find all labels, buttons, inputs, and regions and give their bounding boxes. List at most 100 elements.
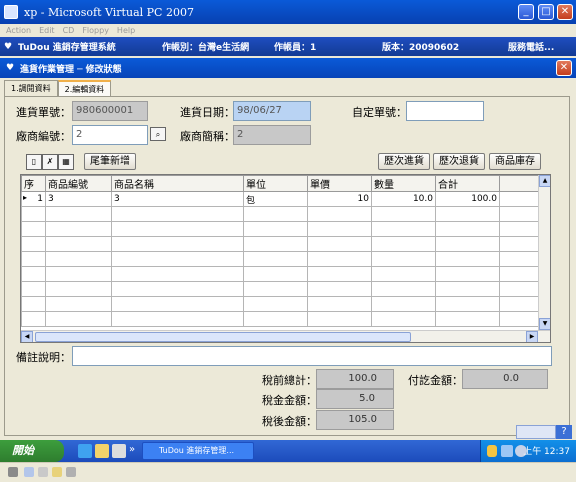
app-header: ♥ TuDou 進銷存管理系統 作帳別：台灣e生活網 作帳員：1 版本：2009… [0, 37, 576, 56]
chevron-icon[interactable]: » [129, 444, 135, 455]
vpc-window-title: xp - Microsoft Virtual PC 2007 [24, 5, 194, 19]
current-row-indicator-icon: ▸ [23, 193, 28, 202]
close-icon[interactable]: ✕ [556, 60, 572, 76]
history-return-button[interactable]: 歷次退貨 [433, 153, 485, 170]
col-total[interactable]: 合計 [435, 175, 500, 192]
table-row[interactable]: 1 3 3 包 10 10.0 100.0 [21, 191, 541, 207]
scroll-right-icon[interactable]: ▶ [526, 331, 538, 342]
network-adapter-icon[interactable] [66, 467, 76, 477]
pretax-field[interactable]: 100.0 [316, 369, 394, 389]
maximize-icon[interactable]: □ [538, 4, 554, 20]
purchase-no-field[interactable]: 980600001 [72, 101, 148, 121]
delete-row-icon[interactable]: ✗ [42, 154, 58, 170]
cell-unit[interactable]: 包 [243, 191, 308, 207]
vendor-name-field[interactable]: 2 [233, 125, 311, 145]
inner-window-title: 進貨作業管理 ─ 修改狀態 [20, 64, 122, 75]
col-qty[interactable]: 數量 [371, 175, 436, 192]
service-phone: 服務電話... [508, 43, 555, 53]
remarks-label: 備註說明： [16, 351, 71, 364]
heart-icon: ♥ [6, 63, 15, 73]
add-last-row-button[interactable]: 尾筆新增 [84, 153, 136, 170]
table-row[interactable] [21, 236, 541, 252]
vertical-scrollbar[interactable]: ▲ ▼ [538, 175, 550, 330]
shield-icon[interactable] [487, 445, 497, 457]
aftertax-label: 稅後金額： [262, 415, 317, 428]
vpc-menu-bar: Action Edit CD Floppy Help [0, 24, 576, 37]
table-header-row: 序 商品編號 商品名稱 單位 單價 數量 合計 [21, 175, 541, 192]
cell-qty[interactable]: 10.0 [371, 191, 436, 207]
vendor-no-field[interactable]: 2 [72, 125, 148, 145]
disk-icon[interactable] [24, 467, 34, 477]
vpc-status-bar [0, 462, 576, 482]
binoculars-icon[interactable]: ⌕ [150, 127, 166, 141]
purchase-date-label: 進貨日期： [180, 106, 235, 119]
account-info: 作帳別：台灣e生活網 [162, 43, 250, 53]
table-row[interactable] [21, 281, 541, 297]
new-document-icon[interactable]: ▯ [26, 154, 42, 170]
scroll-left-icon[interactable]: ◀ [21, 331, 33, 342]
history-purchase-button[interactable]: 歷次進貨 [378, 153, 430, 170]
system-tray: 上午 12:37 [480, 440, 576, 462]
mouse-icon[interactable] [8, 467, 18, 477]
inner-window-title-bar: ♥ 進貨作業管理 ─ 修改狀態 ✕ [0, 58, 576, 78]
horizontal-scrollbar[interactable]: ◀ ▶ [21, 330, 550, 342]
purchase-no-label: 進貨單號： [16, 106, 71, 119]
help-icon[interactable]: ? [556, 425, 572, 439]
cell-price[interactable]: 10 [307, 191, 372, 207]
pretax-label: 稅前總計： [262, 374, 317, 387]
close-icon[interactable]: ✕ [557, 4, 573, 20]
ie-icon[interactable] [78, 444, 92, 458]
clock[interactable]: 上午 12:37 [523, 444, 570, 457]
col-seq[interactable]: 序 [21, 175, 46, 192]
tax-field[interactable]: 5.0 [316, 389, 394, 409]
folder-icon[interactable] [95, 444, 109, 458]
table-row[interactable] [21, 221, 541, 237]
cell-total[interactable]: 100.0 [435, 191, 500, 207]
cell-item-no[interactable]: 3 [45, 191, 112, 207]
scroll-down-icon[interactable]: ▼ [539, 318, 550, 330]
vendor-no-label: 廠商編號： [16, 130, 71, 143]
tab-strip: 1.調閱資料 2.編輯資料 [4, 80, 112, 96]
tab-edit[interactable]: 2.編輯資料 [57, 80, 112, 96]
table-row[interactable] [21, 206, 541, 222]
taskbar-app-button[interactable]: TuDou 進銷存管理... [142, 442, 254, 460]
minimize-icon[interactable]: _ [518, 4, 534, 20]
col-item-no[interactable]: 商品編號 [45, 175, 112, 192]
windows-taskbar: 開始 » TuDou 進銷存管理... 上午 12:37 [0, 440, 576, 462]
col-extra [499, 175, 541, 192]
purchase-date-field[interactable]: 98/06/27 [233, 101, 311, 121]
menu-edit[interactable]: Edit [39, 24, 55, 37]
tax-label: 稅金金額： [262, 394, 317, 407]
cell-item-name[interactable]: 3 [111, 191, 244, 207]
custom-no-field[interactable] [406, 101, 484, 121]
scroll-up-icon[interactable]: ▲ [539, 175, 550, 187]
paid-label: 付訖金額： [408, 374, 463, 387]
table-row[interactable] [21, 251, 541, 267]
detail-table: 序 商品編號 商品名稱 單位 單價 數量 合計 1 3 3 包 10 10.0 … [21, 175, 541, 327]
document-icon[interactable] [112, 444, 126, 458]
table-row[interactable] [21, 311, 541, 327]
remarks-field[interactable] [72, 346, 552, 366]
col-unit[interactable]: 單位 [243, 175, 308, 192]
floppy-icon[interactable] [38, 467, 48, 477]
aftertax-field[interactable]: 105.0 [316, 410, 394, 430]
menu-cd[interactable]: CD [63, 24, 75, 37]
table-row[interactable] [21, 296, 541, 312]
stock-button[interactable]: 商品庫存 [489, 153, 541, 170]
language-bar[interactable] [516, 425, 556, 439]
menu-floppy[interactable]: Floppy [82, 24, 109, 37]
grid-icon[interactable]: ▦ [58, 154, 74, 170]
col-price[interactable]: 單價 [307, 175, 372, 192]
start-button[interactable]: 開始 [0, 440, 64, 462]
detail-grid[interactable]: 序 商品編號 商品名稱 單位 單價 數量 合計 1 3 3 包 10 10.0 … [20, 174, 551, 343]
table-row[interactable] [21, 266, 541, 282]
scroll-thumb[interactable] [35, 332, 411, 342]
network-icon[interactable] [501, 445, 513, 457]
menu-action[interactable]: Action [6, 24, 31, 37]
folder-share-icon[interactable] [52, 467, 62, 477]
paid-field[interactable]: 0.0 [462, 369, 548, 389]
system-name: TuDou 進銷存管理系統 [18, 43, 116, 53]
col-item-name[interactable]: 商品名稱 [111, 175, 244, 192]
menu-help[interactable]: Help [117, 24, 135, 37]
tab-browse[interactable]: 1.調閱資料 [4, 80, 58, 96]
